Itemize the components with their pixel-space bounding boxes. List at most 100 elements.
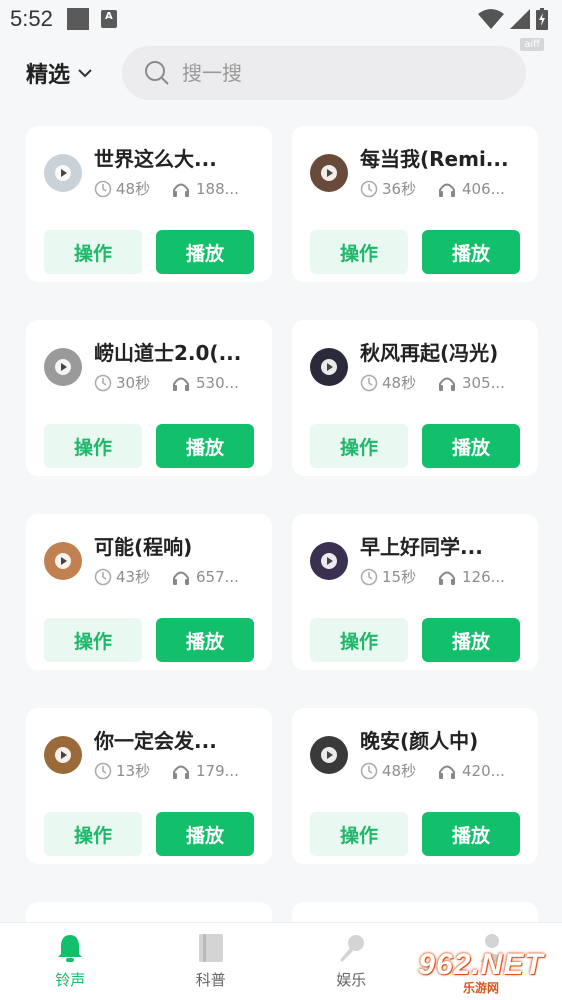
ringtone-card[interactable]: 早上好同学... 15秒 126... 操作 播放 <box>292 514 538 670</box>
play-button[interactable]: 播放 <box>156 618 254 662</box>
play-count: 126... <box>438 568 505 586</box>
operate-button[interactable]: 操作 <box>44 812 142 856</box>
card-actions: 操作 播放 <box>44 812 254 856</box>
nav-item-entertainment[interactable]: 娱乐 <box>281 923 422 1000</box>
ringtone-card[interactable]: 可能(程响) 43秒 657... 操作 播放 <box>26 514 272 670</box>
operate-button[interactable]: 操作 <box>310 230 408 274</box>
cover-thumbnail[interactable] <box>44 542 82 580</box>
watermark-main: 962.NET <box>418 947 544 981</box>
play-small-icon <box>55 747 71 763</box>
ringtone-meta: 48秒 420... <box>360 760 520 781</box>
clock-icon <box>360 374 378 391</box>
play-button[interactable]: 播放 <box>422 812 520 856</box>
card-info: 每当我(Remi... 36秒 406... <box>360 144 520 199</box>
ringtone-card[interactable]: 你一定会发... 13秒 179... 操作 播放 <box>26 708 272 864</box>
card-header: 你一定会发... 13秒 179... <box>44 726 254 794</box>
card-actions: 操作 播放 <box>310 424 520 468</box>
clock-icon <box>360 568 378 585</box>
play-button[interactable]: 播放 <box>156 812 254 856</box>
card-info: 晚安(颜人中) 48秒 420... <box>360 726 520 781</box>
play-count-text: 188... <box>196 179 239 198</box>
ringtone-card[interactable]: 晚安(颜人中) 48秒 420... 操作 播放 <box>292 708 538 864</box>
search-bar[interactable] <box>122 46 527 100</box>
ringtone-card[interactable]: 秋风再起(冯光) 48秒 305... 操作 播放 <box>292 320 538 476</box>
nav-label-science: 科普 <box>195 971 226 989</box>
duration: 48秒 <box>360 760 426 781</box>
ringtone-card[interactable]: 世界这么大... 48秒 188... 操作 播放 <box>26 126 272 282</box>
card-header: 秋风再起(冯光) 48秒 305... <box>310 338 520 406</box>
search-icon <box>145 61 169 85</box>
book-icon <box>198 934 223 962</box>
operate-button[interactable]: 操作 <box>44 618 142 662</box>
card-actions: 操作 播放 <box>310 812 520 856</box>
play-count: 420... <box>438 762 505 780</box>
clock-icon <box>94 374 112 391</box>
microphone-icon <box>340 935 365 962</box>
duration: 13秒 <box>94 760 160 781</box>
play-small-icon <box>55 359 71 375</box>
play-button[interactable]: 播放 <box>422 424 520 468</box>
ringtone-meta: 30秒 530... <box>94 372 254 393</box>
ringtone-meta: 15秒 126... <box>360 566 520 587</box>
card-info: 世界这么大... 48秒 188... <box>94 144 254 199</box>
duration: 43秒 <box>94 566 160 587</box>
duration: 36秒 <box>360 178 426 199</box>
chevron-down-icon <box>78 69 92 78</box>
operate-button[interactable]: 操作 <box>44 424 142 468</box>
cover-thumbnail[interactable] <box>44 154 82 192</box>
operate-button[interactable]: 操作 <box>310 424 408 468</box>
duration: 48秒 <box>94 178 160 199</box>
watermark-sub: 乐游网 <box>459 978 502 996</box>
header: 精选 <box>0 44 562 102</box>
duration: 15秒 <box>360 566 426 587</box>
ringtone-title: 晚安(颜人中) <box>360 729 479 753</box>
category-select[interactable]: 精选 <box>26 57 94 89</box>
duration-text: 48秒 <box>382 762 417 780</box>
card-header: 世界这么大... 48秒 188... <box>44 144 254 212</box>
play-button[interactable]: 播放 <box>156 230 254 274</box>
operate-button[interactable]: 操作 <box>44 230 142 274</box>
card-info: 你一定会发... 13秒 179... <box>94 726 254 781</box>
card-info: 秋风再起(冯光) 48秒 305... <box>360 338 520 393</box>
cover-thumbnail[interactable] <box>44 348 82 386</box>
play-small-icon <box>55 553 71 569</box>
play-count: 406... <box>438 180 505 198</box>
ringtone-meta: 43秒 657... <box>94 566 254 587</box>
ringtone-title: 每当我(Remi... <box>360 147 509 171</box>
ringtone-title: 世界这么大... <box>94 147 217 171</box>
card-actions: 操作 播放 <box>44 618 254 662</box>
cover-thumbnail[interactable] <box>44 736 82 774</box>
status-time: 5:52 <box>10 6 53 31</box>
ringtone-meta: 48秒 188... <box>94 178 254 199</box>
cover-thumbnail[interactable] <box>310 154 348 192</box>
play-button[interactable]: 播放 <box>156 424 254 468</box>
ringtone-card[interactable]: 崂山道士2.0(... 30秒 530... 操作 播放 <box>26 320 272 476</box>
operate-button[interactable]: 操作 <box>310 812 408 856</box>
headphones-icon <box>173 571 189 585</box>
operate-button[interactable]: 操作 <box>310 618 408 662</box>
cover-thumbnail[interactable] <box>310 542 348 580</box>
duration-text: 13秒 <box>116 762 151 780</box>
clock-icon <box>360 762 378 779</box>
ringtone-meta: 36秒 406... <box>360 178 520 199</box>
nav-item-ringtone[interactable]: 铃声 <box>0 923 141 1000</box>
category-select-label: 精选 <box>26 63 71 88</box>
search-input[interactable] <box>182 61 483 85</box>
nav-item-science[interactable]: 科普 <box>141 923 282 1000</box>
card-header: 早上好同学... 15秒 126... <box>310 532 520 600</box>
ringtone-card[interactable]: 每当我(Remi... 36秒 406... 操作 播放 <box>292 126 538 282</box>
play-button[interactable]: 播放 <box>422 230 520 274</box>
cover-thumbnail[interactable] <box>310 348 348 386</box>
clock-icon <box>360 180 378 197</box>
card-actions: 操作 播放 <box>310 230 520 274</box>
status-bar: 5:52 A <box>0 0 562 38</box>
nav-label-ringtone: 铃声 <box>55 971 86 989</box>
play-count-text: 406... <box>462 179 505 198</box>
card-actions: 操作 播放 <box>44 230 254 274</box>
notification-a-icon: A <box>100 10 117 28</box>
duration: 30秒 <box>94 372 160 393</box>
play-button[interactable]: 播放 <box>422 618 520 662</box>
card-info: 崂山道士2.0(... 30秒 530... <box>94 338 254 393</box>
cover-thumbnail[interactable] <box>310 736 348 774</box>
card-header: 每当我(Remi... 36秒 406... <box>310 144 520 212</box>
